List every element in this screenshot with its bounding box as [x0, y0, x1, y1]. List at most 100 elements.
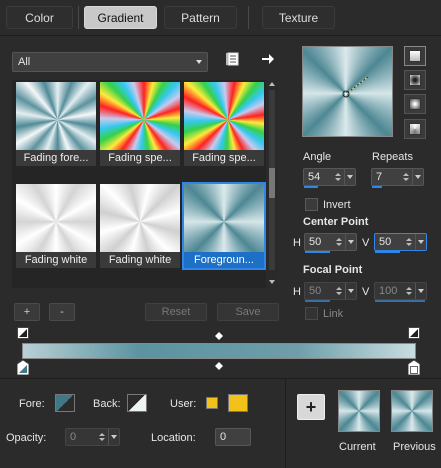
repeats-label: Repeats: [372, 151, 413, 163]
opacity-spinbox[interactable]: 0: [65, 428, 120, 446]
save-button[interactable]: Save: [217, 303, 279, 321]
thumb-label: Fading white: [100, 252, 180, 268]
chevron-down-icon[interactable]: [344, 169, 355, 185]
midpoint-bottom-icon[interactable]: [215, 361, 223, 370]
sunburst-style-icon: [409, 98, 421, 110]
center-v-slider[interactable]: [375, 251, 400, 253]
spin-arrows-icon[interactable]: [334, 234, 344, 250]
angle-slider[interactable]: [304, 186, 318, 188]
focal-h-slider[interactable]: [305, 300, 330, 302]
library-icon[interactable]: [225, 51, 241, 67]
gradient-stops-bar[interactable]: [22, 343, 416, 359]
sunburst-style-button[interactable]: [404, 94, 426, 114]
back-label: Back:: [93, 398, 121, 410]
library-scrollbar[interactable]: [266, 80, 278, 288]
stop-marker-top-right-icon[interactable]: [408, 327, 420, 339]
gradient-thumb[interactable]: Fading white: [100, 184, 180, 268]
tab-separator: [78, 6, 79, 29]
chevron-down-icon[interactable]: [345, 283, 356, 299]
radial-style-icon: [409, 123, 421, 135]
remove-gradient-button[interactable]: -: [49, 303, 75, 321]
midpoint-top-icon[interactable]: [215, 331, 223, 340]
gradient-thumb[interactable]: Fading fore...: [16, 82, 96, 166]
fore-label: Fore:: [19, 398, 45, 410]
focal-h-spinbox[interactable]: 50: [304, 282, 357, 300]
gradient-thumb[interactable]: Fading spe...: [100, 82, 180, 166]
arrow-right-icon[interactable]: [261, 52, 275, 66]
stop-marker-top-left-icon[interactable]: [17, 327, 29, 339]
linear-style-button[interactable]: [404, 46, 426, 66]
angle-value: 54: [308, 171, 321, 183]
location-label: Location:: [151, 432, 196, 444]
tab-bar: Color Gradient Pattern Texture: [0, 0, 441, 36]
focal-h-label: H: [293, 286, 301, 298]
tab-pattern[interactable]: Pattern: [164, 6, 237, 29]
chevron-down-icon[interactable]: [345, 234, 356, 250]
radial-style-button[interactable]: [404, 119, 426, 139]
focal-v-label: V: [362, 286, 370, 298]
gradient-thumb[interactable]: Fading white: [16, 184, 96, 268]
chevron-down-icon[interactable]: [415, 234, 426, 250]
rectangular-style-icon: [409, 74, 421, 86]
color-stop-right-icon[interactable]: [407, 359, 421, 376]
chevron-down-icon[interactable]: [412, 169, 423, 185]
center-v-spinbox[interactable]: 50: [374, 233, 427, 251]
reset-button[interactable]: Reset: [145, 303, 207, 321]
focal-v-slider[interactable]: [375, 300, 425, 302]
repeats-value: 7: [376, 171, 383, 183]
angle-handle-icon: [342, 76, 369, 98]
thumb-label: Fading fore...: [16, 150, 96, 166]
gradient-library-grid: Fading fore... Fading spe... Fading spe.…: [12, 80, 266, 288]
user-label: User:: [170, 398, 197, 410]
link-label: Link: [323, 308, 344, 320]
spin-arrows-icon[interactable]: [404, 283, 414, 299]
opacity-value: 0: [70, 431, 77, 443]
gradient-thumb[interactable]: Fading spe...: [184, 82, 264, 166]
spin-arrows-icon[interactable]: [334, 283, 344, 299]
focal-v-value: 100: [379, 285, 398, 297]
user-color-swatch[interactable]: [228, 394, 248, 412]
center-h-label: H: [293, 237, 301, 249]
add-gradient-button[interactable]: +: [14, 303, 40, 321]
tab-gradient[interactable]: Gradient: [84, 6, 157, 29]
focal-v-spinbox[interactable]: 100: [374, 282, 427, 300]
invert-checkbox[interactable]: [305, 198, 318, 211]
tab-separator: [248, 6, 249, 29]
linear-style-icon: [409, 50, 421, 62]
center-h-value: 50: [309, 236, 322, 248]
link-checkbox[interactable]: [305, 307, 318, 320]
opacity-label: Opacity:: [6, 432, 47, 444]
divider: [285, 379, 286, 468]
center-h-spinbox[interactable]: 50: [304, 233, 357, 251]
repeats-slider[interactable]: [372, 186, 382, 188]
spin-arrows-icon[interactable]: [333, 169, 343, 185]
category-dropdown[interactable]: All: [12, 52, 208, 72]
spin-arrows-icon[interactable]: [401, 169, 411, 185]
spin-arrows-icon[interactable]: [404, 234, 414, 250]
chevron-down-icon: [196, 60, 202, 64]
thumb-label: Fading spe...: [100, 150, 180, 166]
user-color-small-swatch[interactable]: [206, 397, 218, 409]
tab-texture[interactable]: Texture: [262, 6, 335, 29]
repeats-spinbox[interactable]: 7: [371, 168, 424, 186]
thumb-label: Foregroun...: [184, 252, 264, 268]
fore-swatch[interactable]: [55, 394, 75, 412]
invert-label: Invert: [323, 199, 351, 211]
color-stop-left-icon[interactable]: [16, 359, 30, 376]
tab-color[interactable]: Color: [6, 6, 73, 29]
angle-spinbox[interactable]: 54: [303, 168, 356, 186]
chevron-down-icon[interactable]: [108, 429, 119, 445]
gradient-preview-large[interactable]: [302, 46, 393, 137]
chevron-down-icon[interactable]: [415, 283, 426, 299]
back-swatch[interactable]: [127, 394, 147, 412]
add-to-library-button[interactable]: +: [297, 394, 325, 420]
previous-gradient-preview[interactable]: [391, 390, 433, 432]
current-label: Current: [339, 441, 376, 453]
current-gradient-preview[interactable]: [338, 390, 380, 432]
angle-label: Angle: [303, 151, 332, 163]
center-h-slider[interactable]: [305, 251, 330, 253]
location-input[interactable]: 0: [215, 428, 251, 446]
gradient-thumb-selected[interactable]: Foregroun...: [182, 182, 266, 270]
rectangular-style-button[interactable]: [404, 70, 426, 90]
spin-arrows-icon[interactable]: [97, 429, 107, 445]
